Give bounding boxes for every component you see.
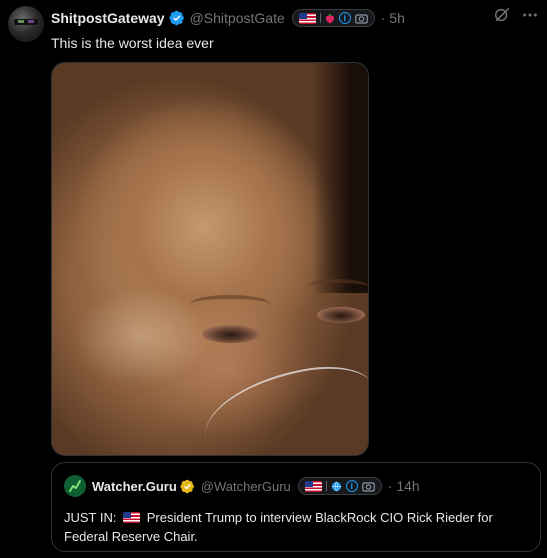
watcher-guru-logo-icon (69, 480, 81, 492)
tweet-timestamp[interactable]: · 5h (381, 10, 405, 26)
media-brow-right (307, 279, 368, 295)
camera-icon (361, 481, 375, 492)
quoted-tweet[interactable]: Watcher.Guru @WatcherGuru i · 14h JUST I… (51, 462, 541, 552)
avatar-glint-right (28, 20, 34, 23)
tweet-text: This is the worst idea ever (51, 35, 214, 51)
quoted-text-prefix: JUST IN: (64, 510, 117, 525)
avatar-glint-left (18, 20, 24, 23)
tweet-top-actions (493, 6, 539, 24)
author-handle[interactable]: @ShitpostGate (190, 10, 285, 26)
media-eye-right (317, 307, 365, 323)
tweet-card[interactable]: ShitpostGateway @ShitpostGate i · 5h Thi… (0, 0, 547, 558)
us-flag-icon (304, 480, 322, 492)
camera-icon (354, 13, 368, 24)
badge-separator (319, 13, 321, 23)
verified-gold-badge-icon (180, 479, 194, 493)
info-icon: i (345, 480, 358, 492)
badge-separator (325, 481, 327, 491)
quoted-timestamp[interactable]: · 14h (388, 478, 420, 494)
quoted-author-handle[interactable]: @WatcherGuru (201, 479, 291, 494)
more-options-icon[interactable] (521, 6, 539, 24)
media-eye-left (202, 325, 260, 343)
quoted-tweet-header: Watcher.Guru @WatcherGuru i · 14h (64, 475, 420, 497)
info-icon: i (338, 12, 351, 24)
tweet-header: ShitpostGateway @ShitpostGate i · 5h (51, 8, 405, 28)
media-brow-left (190, 295, 270, 313)
verified-badge-icon (169, 10, 184, 26)
quoted-avatar[interactable] (64, 475, 86, 497)
quoted-tweet-text: JUST IN: President Trump to interview Bl… (64, 508, 534, 546)
globe-icon (331, 481, 341, 491)
quoted-author-name[interactable]: Watcher.Guru (92, 479, 177, 494)
us-flag-icon (123, 512, 141, 523)
media-background (313, 63, 368, 293)
strawberry-icon (325, 14, 334, 23)
profile-badges[interactable]: i (291, 9, 375, 27)
quoted-profile-badges[interactable]: i (297, 477, 382, 495)
author-name[interactable]: ShitpostGateway (51, 10, 165, 26)
grok-icon[interactable] (493, 6, 511, 24)
us-flag-icon (298, 12, 316, 24)
avatar[interactable] (8, 6, 44, 42)
tweet-media-image[interactable] (51, 62, 369, 456)
